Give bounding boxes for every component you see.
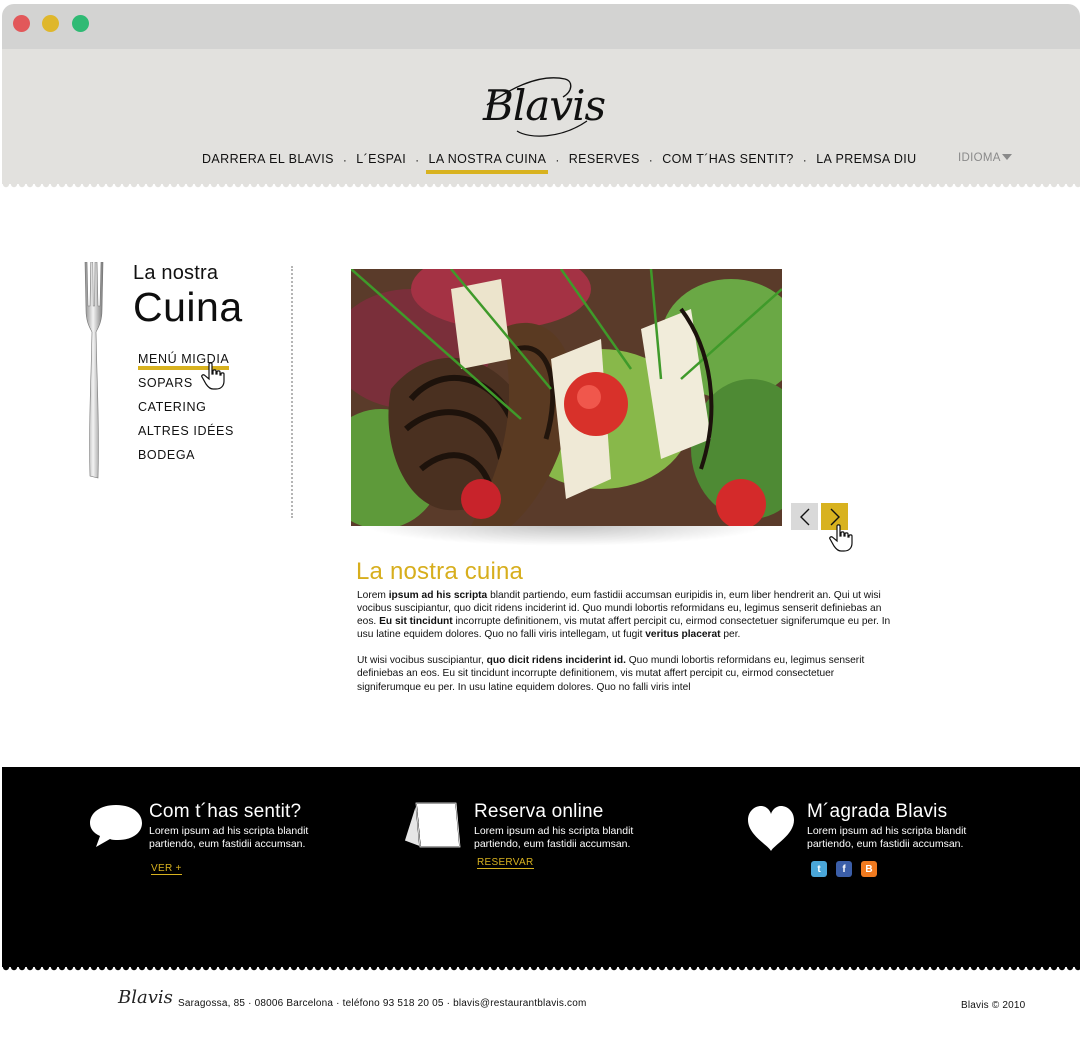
sidebar-item-altres-id-es[interactable]: ALTRES IDÉES (138, 424, 234, 448)
sidebar-item-bodega[interactable]: BODEGA (138, 448, 234, 472)
maximize-window-button[interactable] (72, 15, 89, 32)
nav-item-la-premsa-diu[interactable]: LA PREMSA DIU (814, 145, 918, 174)
nav-item-l-espai[interactable]: L´ESPAI (354, 145, 408, 174)
bold-text: Eu sit tincidunt (379, 616, 453, 628)
social-links: t f B (811, 861, 966, 877)
article-title: La nostra cuina (356, 558, 524, 585)
hand-cursor-icon (829, 524, 853, 552)
sidebar-item-catering[interactable]: CATERING (138, 400, 234, 424)
feature-like-text: Lorem ipsum ad his scripta blandit parti… (807, 825, 966, 851)
minimize-window-button[interactable] (42, 15, 59, 32)
photo-shadow (360, 524, 772, 546)
footer-copyright: Blavis © 2010 (961, 1000, 1026, 1011)
feature-like-text-line: Lorem ipsum ad his scripta blandit (807, 825, 967, 837)
site-logo[interactable]: Blavis (477, 61, 607, 141)
bold-text: ipsum ad his scripta (388, 590, 488, 601)
gallery-prev-button[interactable] (791, 503, 818, 530)
facebook-icon[interactable]: f (836, 861, 852, 877)
text-run: Lorem (357, 590, 389, 601)
sidebar-title-small: La nostra (133, 262, 219, 284)
dish-photo (351, 269, 782, 526)
feature-booking-text-line: partiendo, eum fastidii accumsan. (474, 838, 631, 850)
sidebar-item-label: CATERING (138, 400, 207, 414)
text-run: Ut wisi vocibus suscipiantur, (357, 655, 487, 667)
language-selector[interactable]: IDIOMA (958, 152, 1012, 164)
bold-text: veritus placerat (645, 629, 721, 641)
hand-cursor-icon (201, 362, 225, 390)
window-titlebar (2, 4, 1080, 50)
feature-feedback-text-line: Lorem ipsum ad his scripta blandit (149, 825, 309, 837)
nav-item-darrera-el-blavis[interactable]: DARRERA EL BLAVIS (200, 145, 336, 174)
nav-item-com-t-has-sentit[interactable]: COM T´HAS SENTIT? (660, 145, 796, 174)
sidebar-divider (291, 266, 293, 518)
main-nav-list: DARRERA EL BLAVIS · L´ESPAI · LA NOSTRA CUIN… (200, 145, 919, 174)
text-run: per. (720, 629, 741, 641)
sidebar-item-label: BODEGA (138, 448, 196, 462)
features-band: Com t´has sentit? Lorem ipsum ad his scr… (2, 767, 1080, 967)
language-label: IDIOMA (958, 152, 1001, 164)
bold-text: quo dicit ridens inciderint id. (486, 655, 626, 667)
nav-separator: · (802, 152, 808, 167)
nav-item-reserves[interactable]: RESERVES (567, 145, 642, 174)
sidebar-title: Cuina (133, 284, 243, 330)
nav-item-la-nostra-cuina[interactable]: LA NOSTRA CUINA (426, 145, 549, 174)
footer-logo[interactable]: Blavis (118, 987, 173, 1008)
nav-separator: · (415, 152, 420, 167)
chevron-right-icon (830, 508, 840, 525)
feature-booking-title: Reserva online (474, 801, 604, 822)
article-paragraph-1: Lorem ipsum ad his scripta blandit parti… (357, 589, 897, 641)
feature-feedback-title: Com t´has sentit? (149, 801, 302, 822)
feature-booking-text-line: Lorem ipsum ad his scripta blandit (474, 825, 634, 837)
main-nav: DARRERA EL BLAVIS · L´ESPAI · LA NOSTRA CUIN… (2, 145, 1080, 175)
footer-zigzag-edge (2, 963, 1080, 973)
fork-icon (84, 262, 104, 479)
sidebar-item-label: ALTRES IDÉES (138, 424, 234, 438)
view-more-link[interactable]: VER + (151, 863, 182, 875)
feature-like-title: M´agrada Blavis (807, 801, 948, 822)
close-window-button[interactable] (13, 15, 30, 32)
reservation-card-icon (403, 802, 461, 849)
logo-text: Blavis (483, 81, 606, 130)
caret-down-icon (1001, 154, 1012, 160)
feature-feedback: Com t´has sentit? Lorem ipsum ad his scr… (149, 801, 308, 876)
blogger-icon[interactable]: B (861, 861, 877, 877)
feature-feedback-text-line: partiendo, eum fastidii accumsan. (149, 838, 306, 850)
nav-separator: · (648, 152, 654, 167)
feature-booking: Reserva online Lorem ipsum ad his script… (474, 801, 633, 870)
site-header: Blavis DARRERA EL BLAVIS · L´ESPAI · LA NOST… (2, 49, 1080, 184)
feature-booking-text: Lorem ipsum ad his scripta blandit parti… (474, 825, 633, 851)
feature-like: M´agrada Blavis Lorem ipsum ad his scrip… (807, 801, 966, 877)
feature-like-text-line: partiendo, eum fastidii accumsan. (807, 838, 964, 850)
feature-feedback-text: Lorem ipsum ad his scripta blandit parti… (149, 825, 308, 851)
nav-separator: · (555, 152, 560, 167)
twitter-icon[interactable]: t (811, 861, 827, 877)
footer-address: Saragossa, 85 · 08006 Barcelona · teléfo… (178, 998, 587, 1009)
article-body: Lorem ipsum ad his scripta blandit parti… (357, 589, 897, 707)
chevron-left-icon (799, 508, 809, 525)
sidebar-item-label: SOPARS (138, 376, 193, 390)
salad-image (351, 269, 782, 526)
header-zigzag-edge (2, 180, 1080, 190)
nav-separator: · (342, 152, 348, 167)
speech-bubble-icon (90, 805, 142, 847)
article-paragraph-2: Ut wisi vocibus suscipiantur, quo dicit … (357, 654, 897, 693)
heart-icon (748, 806, 794, 851)
reserve-link[interactable]: RESERVAR (477, 857, 534, 869)
